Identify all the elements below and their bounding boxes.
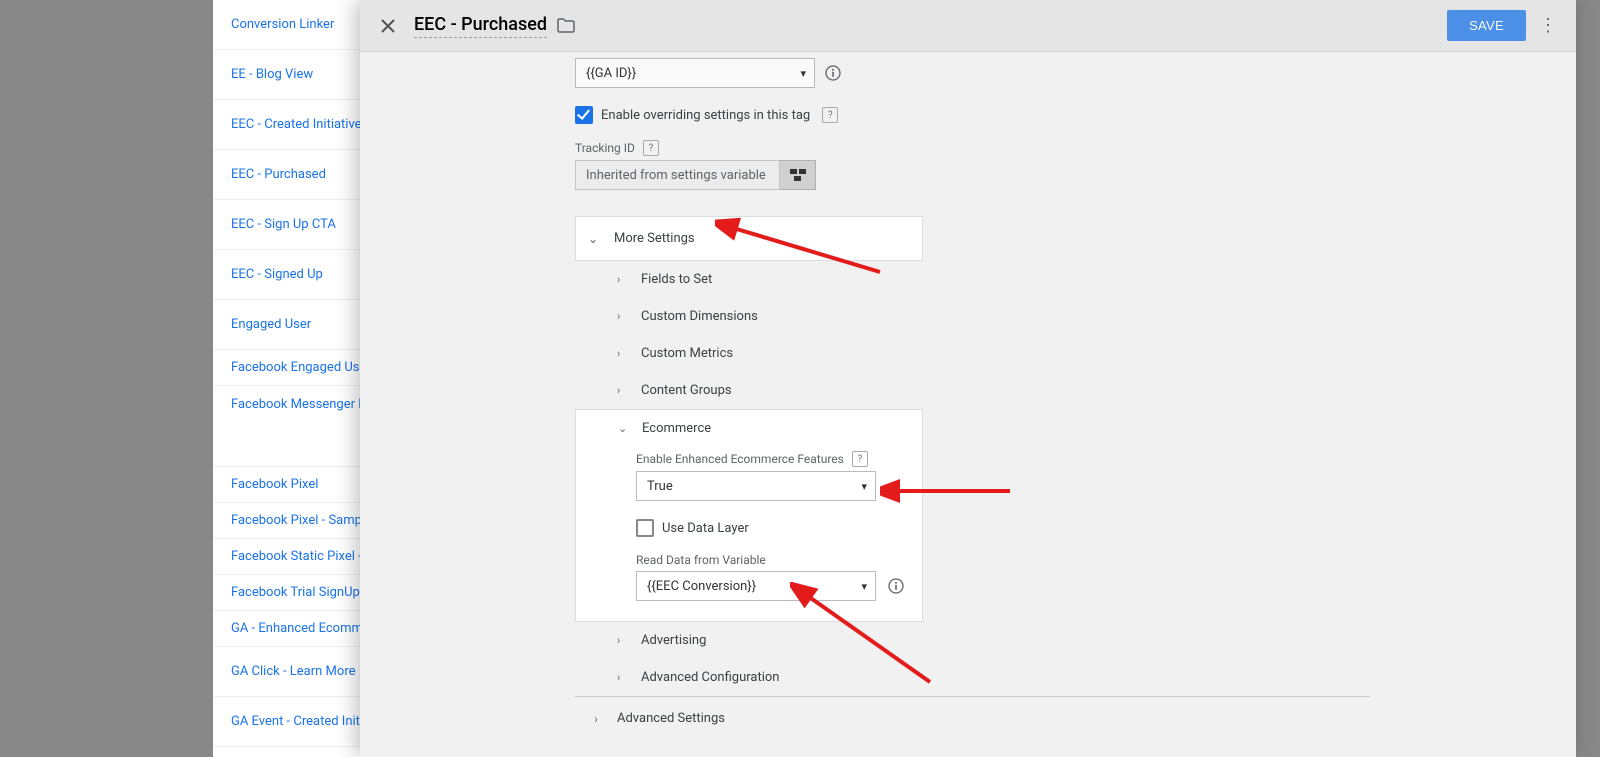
read-variable-label: Read Data from Variable [636,553,766,567]
fields-to-set-row[interactable]: › Fields to Set [575,261,1375,298]
variable-picker-button[interactable] [780,160,816,190]
fields-to-set-label: Fields to Set [641,272,712,287]
help-icon[interactable]: ? [822,107,838,123]
override-settings-label: Enable overriding settings in this tag [601,108,810,123]
content-groups-row[interactable]: › Content Groups [575,372,1375,409]
tag-title-input[interactable]: EEC - Purchased [414,14,547,38]
advanced-config-label: Advanced Configuration [641,670,779,685]
tracking-id-label: Tracking ID [575,141,635,155]
more-settings-toggle[interactable]: ⌄ More Settings [576,217,922,260]
content-groups-label: Content Groups [641,383,732,398]
chevron-right-icon: › [617,310,629,323]
ga-settings-select[interactable]: {{GA ID}} [575,58,815,88]
help-icon[interactable]: ? [643,140,659,156]
ecommerce-label: Ecommerce [642,421,711,436]
chevron-down-icon: ⌄ [586,232,600,246]
custom-dimensions-label: Custom Dimensions [641,309,758,324]
info-icon[interactable] [825,65,841,81]
override-settings-checkbox[interactable] [575,106,593,124]
chevron-right-icon: › [617,273,629,286]
chevron-right-icon: › [617,347,629,360]
brick-icon [790,169,806,181]
advertising-row[interactable]: › Advertising [575,622,1375,659]
folder-icon[interactable] [557,18,575,33]
advanced-config-row[interactable]: › Advanced Configuration [575,659,1375,696]
advertising-label: Advertising [641,633,706,648]
custom-metrics-row[interactable]: › Custom Metrics [575,335,1375,372]
ga-settings-value: {{GA ID}} [586,66,636,81]
tracking-id-value: Inherited from settings variable [586,168,766,183]
use-data-layer-checkbox[interactable] [636,519,654,537]
tracking-id-input[interactable]: Inherited from settings variable [575,160,780,190]
info-icon[interactable] [888,578,904,594]
more-menu-button[interactable]: ⋮ [1534,15,1562,36]
close-button[interactable] [374,12,402,40]
enable-eec-value: True [647,479,673,494]
use-data-layer-label: Use Data Layer [662,521,749,536]
custom-metrics-label: Custom Metrics [641,346,733,361]
custom-dimensions-row[interactable]: › Custom Dimensions [575,298,1375,335]
chevron-right-icon: › [589,712,603,726]
more-vert-icon: ⋮ [1539,15,1557,36]
chevron-down-icon: ⌄ [618,422,630,435]
close-icon [380,18,396,34]
enable-eec-label: Enable Enhanced Ecommerce Features [636,452,844,466]
read-variable-select[interactable]: {{EEC Conversion}} [636,571,876,601]
advanced-settings-label: Advanced Settings [617,711,725,726]
save-button[interactable]: SAVE [1447,10,1526,41]
ecommerce-card: ⌄ Ecommerce Enable Enhanced Ecommerce Fe… [575,409,923,622]
more-settings-card: ⌄ More Settings [575,216,923,261]
advanced-settings-toggle[interactable]: › Advanced Settings [575,697,1375,740]
ecommerce-toggle[interactable]: ⌄ Ecommerce [576,410,922,447]
panel-header: EEC - Purchased SAVE ⋮ [360,0,1576,52]
help-icon[interactable]: ? [852,451,868,467]
chevron-right-icon: › [617,634,629,647]
chevron-right-icon: › [617,384,629,397]
enable-eec-select[interactable]: True [636,471,876,501]
more-settings-label: More Settings [614,231,695,246]
tag-editor-panel: EEC - Purchased SAVE ⋮ {{GA ID}} Enable … [360,0,1576,757]
chevron-right-icon: › [617,671,629,684]
read-variable-value: {{EEC Conversion}} [647,579,756,594]
